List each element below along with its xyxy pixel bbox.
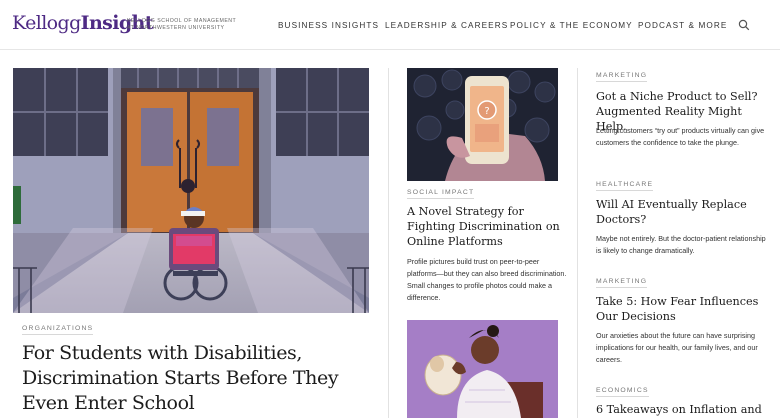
article-description: Letting customers “try out” products vir… bbox=[596, 126, 765, 147]
article-tag[interactable]: Marketing bbox=[596, 72, 648, 82]
column-divider bbox=[577, 68, 578, 418]
site-header: KelloggInsight Kellogg School of Managem… bbox=[0, 0, 780, 50]
logo-text-regular: Kellogg bbox=[12, 12, 81, 34]
middle-tag[interactable]: Social Impact bbox=[407, 189, 475, 199]
article-description: Our anxieties about the future can have … bbox=[596, 331, 758, 364]
online-platform-illustration[interactable]: ? bbox=[407, 68, 558, 181]
fear-influence-illustration[interactable] bbox=[407, 320, 558, 418]
nav-business-insights[interactable]: Business Insights bbox=[278, 21, 379, 30]
nav-podcast-more[interactable]: Podcast & More bbox=[638, 21, 727, 30]
article-headline[interactable]: Will AI Eventually Replace Doctors? bbox=[596, 197, 772, 227]
article-tag[interactable]: Economics bbox=[596, 387, 649, 397]
hero-headline[interactable]: For Students with Disabilities, Discrimi… bbox=[22, 341, 367, 416]
article-tag[interactable]: Marketing bbox=[596, 278, 648, 288]
nav-policy-economy[interactable]: Policy & the Economy bbox=[510, 21, 633, 30]
logo-subtitle: Kellogg School of Management at Northwes… bbox=[127, 18, 236, 31]
logo-subtitle-line1: Kellogg School of Management bbox=[127, 18, 237, 24]
middle-description: Profile pictures build trust on peer-to-… bbox=[407, 257, 567, 302]
article-headline[interactable]: 6 Takeaways on Inflation and the bbox=[596, 402, 772, 418]
hero-illustration[interactable] bbox=[13, 68, 369, 313]
logo-subtitle-line2: at Northwestern University bbox=[127, 24, 225, 31]
nav-leadership-careers[interactable]: Leadership & Careers bbox=[385, 21, 508, 30]
article-headline[interactable]: Take 5: How Fear Influences Our Decision… bbox=[596, 294, 772, 324]
middle-headline[interactable]: A Novel Strategy for Fighting Discrimina… bbox=[407, 204, 567, 249]
article-tag[interactable]: Healthcare bbox=[596, 181, 654, 191]
search-icon[interactable] bbox=[738, 19, 750, 31]
article-description: Maybe not entirely. But the doctor-patie… bbox=[596, 234, 766, 255]
column-divider bbox=[388, 68, 389, 418]
hero-tag[interactable]: Organizations bbox=[22, 325, 94, 335]
svg-text:?: ? bbox=[484, 106, 489, 117]
